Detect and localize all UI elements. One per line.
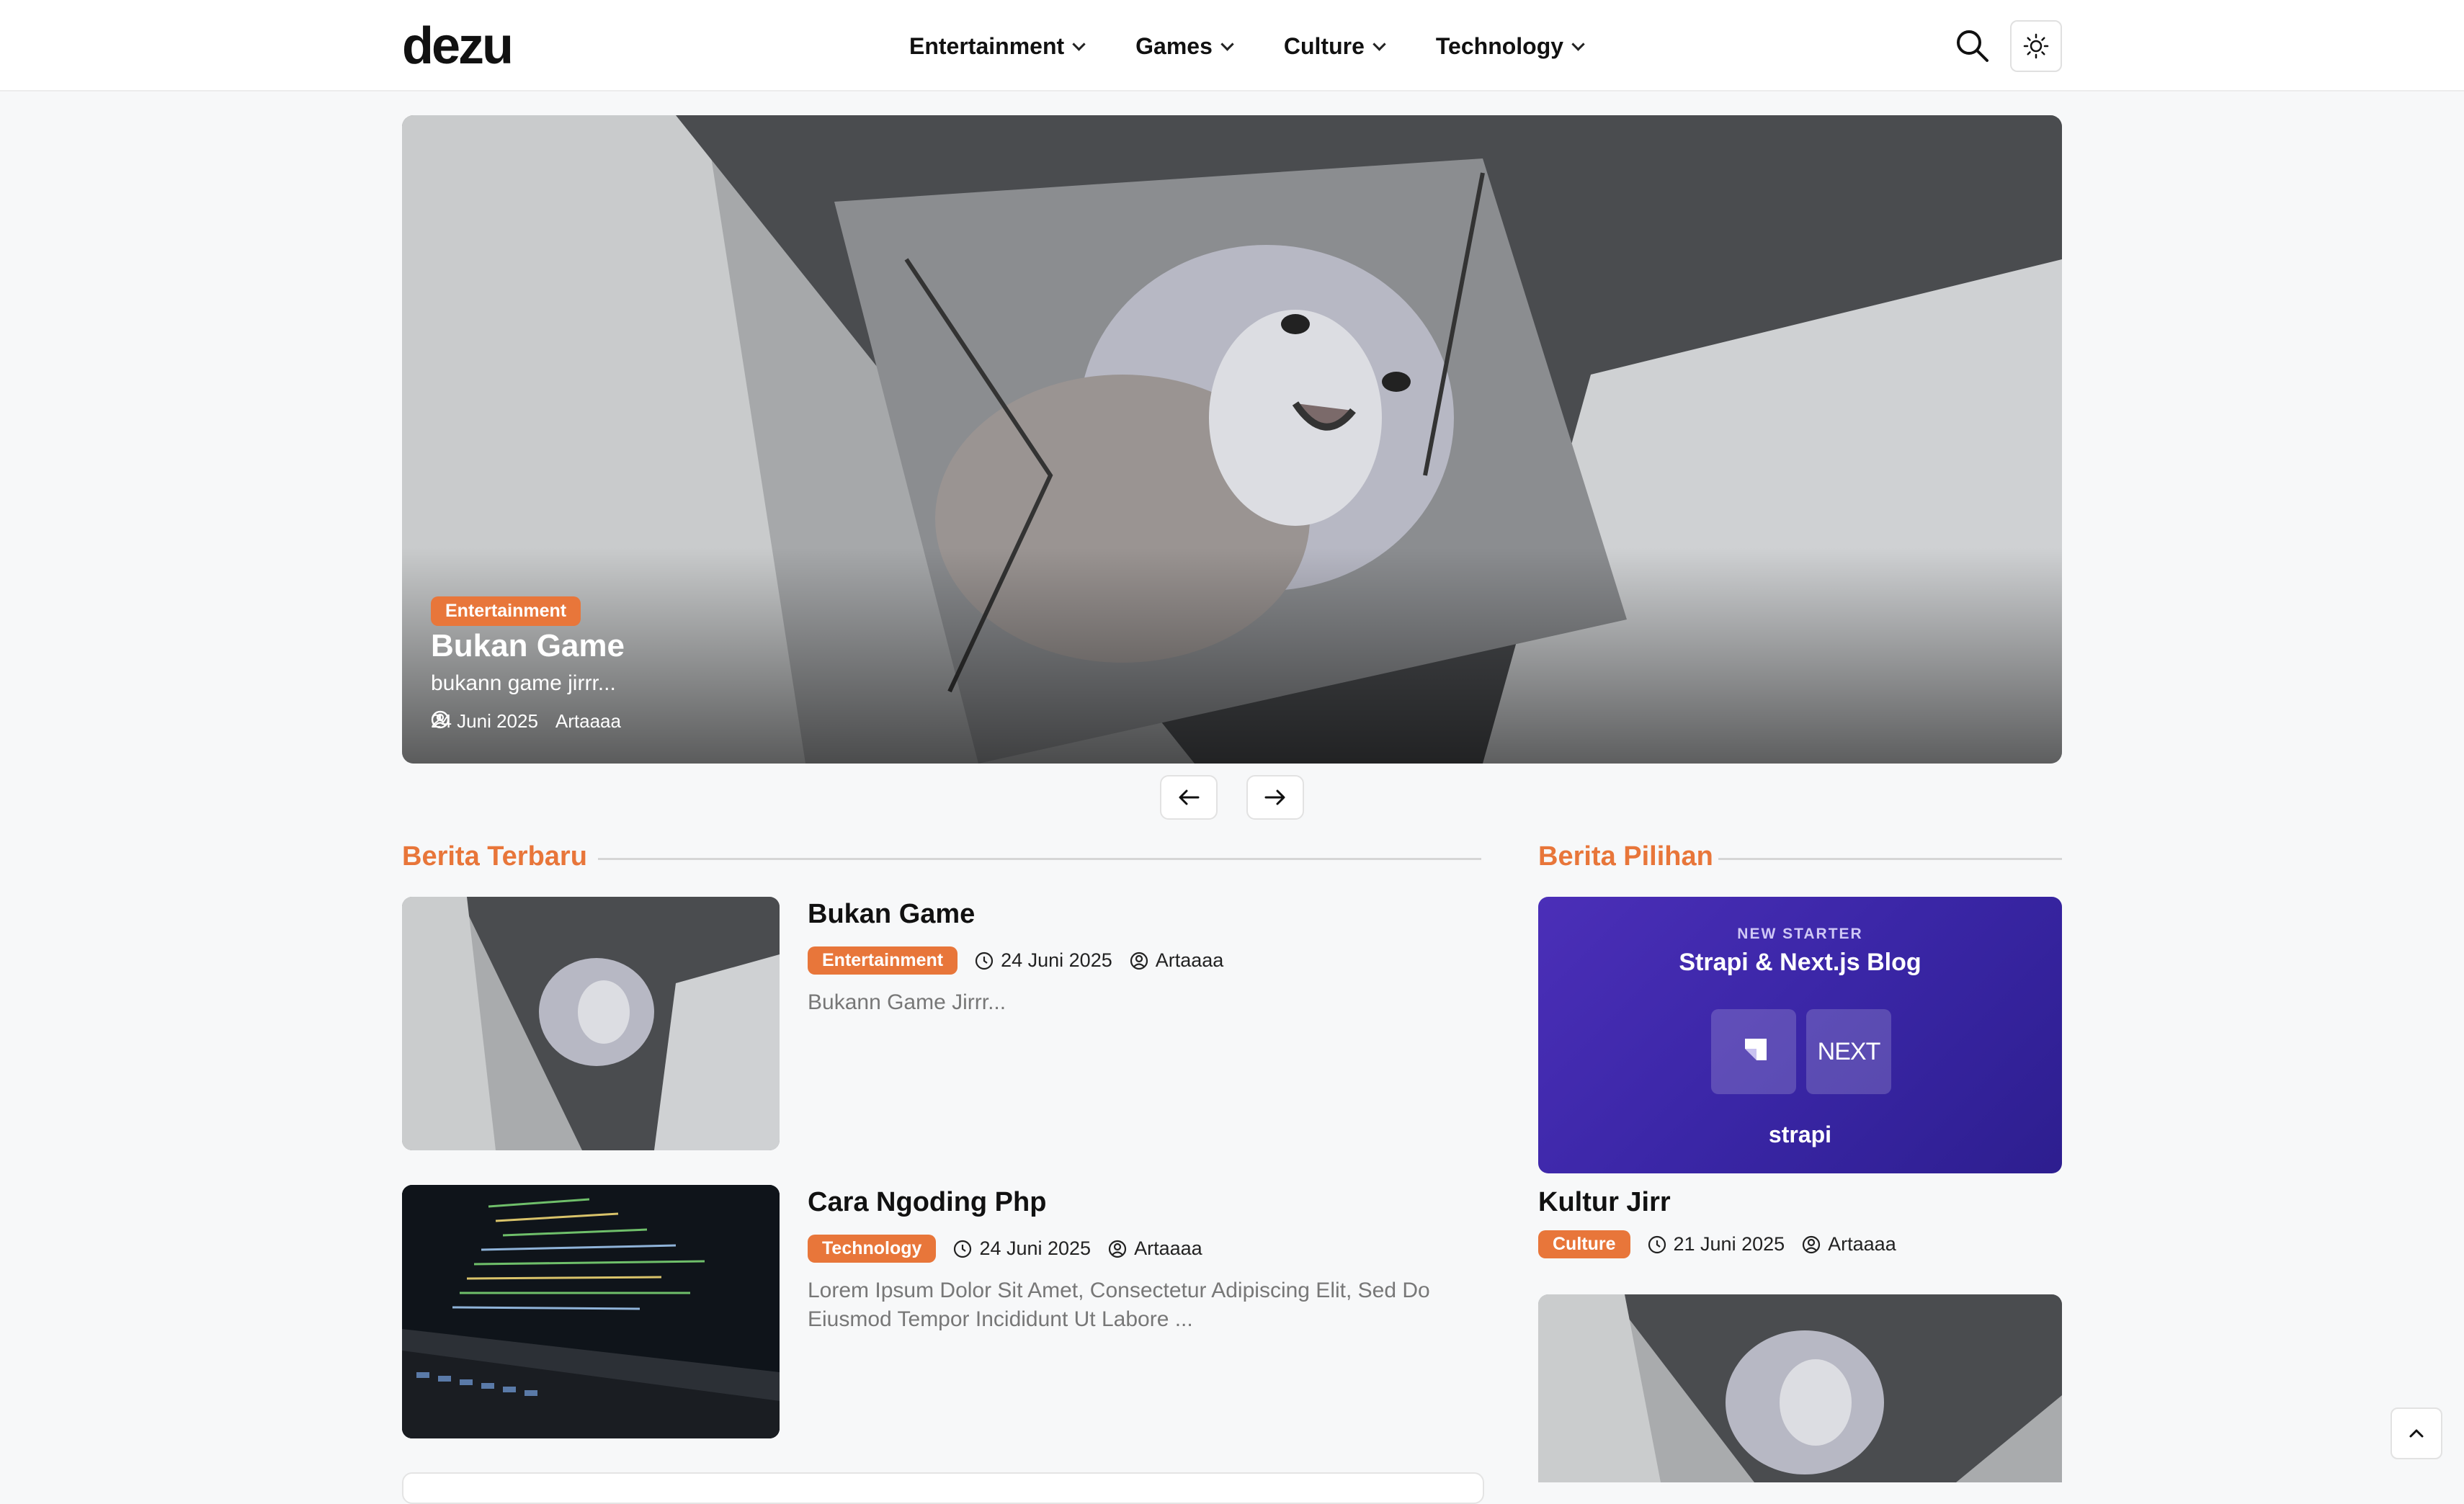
featured-heading: Berita Pilihan	[1538, 841, 1713, 872]
article-date: 24 Juni 2025	[1001, 949, 1112, 971]
slider-next-button[interactable]	[1246, 775, 1304, 820]
chevron-down-icon	[1372, 37, 1386, 51]
hero-author: Artaaaa	[555, 710, 621, 732]
banner-brand: strapi	[1768, 1122, 1832, 1147]
article-thumbnail[interactable]	[402, 897, 780, 1150]
article-author: Artaaaa	[1134, 1237, 1202, 1259]
nextjs-logo-icon: NEXT	[1806, 1009, 1891, 1094]
nav-culture[interactable]: Culture	[1283, 27, 1386, 65]
hero-category-badge[interactable]: Entertainment	[431, 596, 581, 626]
user-icon	[431, 710, 450, 729]
theme-toggle-button[interactable]	[2010, 20, 2062, 72]
sun-icon	[2023, 33, 2049, 59]
site-logo[interactable]: dezu	[402, 19, 514, 73]
category-badge[interactable]: Technology	[808, 1235, 937, 1263]
latest-heading: Berita Terbaru	[402, 841, 587, 872]
featured-article-title[interactable]: Kultur Jirr	[1538, 1187, 1671, 1218]
category-badge[interactable]: Culture	[1538, 1230, 1630, 1258]
hero-meta: 24 Juni 2025 Artaaaa	[431, 710, 621, 733]
slider-prev-button[interactable]	[1160, 775, 1218, 820]
category-badge[interactable]: Entertainment	[808, 946, 958, 975]
article-thumbnail[interactable]	[402, 1185, 780, 1438]
banner-kicker: NEW STARTER	[1737, 926, 1863, 942]
main-nav: Entertainment Games Culture Technology	[909, 27, 1635, 65]
article-image	[402, 897, 780, 1150]
article-meta: Entertainment 24 Juni 2025 Artaaaa	[808, 946, 1223, 975]
featured-thumbnail[interactable]	[1538, 1294, 2062, 1482]
article-date: 21 Juni 2025	[1673, 1233, 1785, 1255]
chevron-up-icon	[2409, 1429, 2424, 1438]
article-meta: Culture 21 Juni 2025 Artaaaa	[1538, 1230, 1896, 1258]
clock-icon	[1648, 1235, 1666, 1253]
article-excerpt: Bukann Game Jirrr...	[808, 990, 1006, 1014]
nav-label: Technology	[1435, 32, 1564, 59]
article-image	[1538, 1294, 2062, 1482]
search-icon[interactable]	[1954, 27, 1990, 63]
next-article-card	[402, 1472, 1484, 1504]
article-title[interactable]: Cara Ngoding Php	[808, 1187, 1046, 1218]
nav-label: Culture	[1283, 32, 1365, 59]
nav-label: Games	[1135, 32, 1213, 59]
article-author: Artaaaa	[1828, 1233, 1896, 1255]
hero-gradient	[402, 547, 2062, 764]
clock-icon	[975, 952, 994, 970]
article-excerpt: Lorem Ipsum Dolor Sit Amet, Consectetur …	[808, 1279, 1430, 1331]
user-icon	[1108, 1240, 1127, 1258]
section-divider	[598, 858, 1481, 860]
nav-technology[interactable]: Technology	[1435, 27, 1585, 65]
article-title[interactable]: Bukan Game	[808, 899, 975, 930]
chevron-down-icon	[1072, 37, 1086, 51]
strapi-logo-icon	[1711, 1009, 1796, 1094]
site-header: dezu Entertainment Games Culture Technol…	[0, 0, 2464, 91]
article-meta: Technology 24 Juni 2025 Artaaaa	[808, 1235, 1202, 1263]
banner-title: Strapi & Next.js Blog	[1679, 949, 1921, 976]
user-icon	[1803, 1235, 1821, 1253]
hero-subtitle: bukann game jirrr...	[431, 671, 616, 695]
scroll-to-top-button[interactable]	[2391, 1407, 2442, 1459]
nav-entertainment[interactable]: Entertainment	[909, 27, 1086, 65]
featured-banner[interactable]: NEW STARTER Strapi & Next.js Blog NEXT s…	[1538, 897, 2062, 1173]
chevron-down-icon	[1220, 37, 1234, 51]
chevron-down-icon	[1571, 37, 1585, 51]
user-icon	[1130, 952, 1148, 970]
article-author: Artaaaa	[1155, 949, 1224, 971]
arrow-right-icon	[1264, 789, 1285, 805]
clock-icon	[954, 1240, 972, 1258]
nav-games[interactable]: Games	[1135, 27, 1234, 65]
article-image	[402, 1185, 780, 1438]
hero-title[interactable]: Bukan Game	[431, 628, 625, 664]
arrow-left-icon	[1179, 789, 1200, 805]
section-divider	[1718, 858, 2062, 860]
nav-label: Entertainment	[909, 32, 1065, 59]
article-date: 24 Juni 2025	[979, 1237, 1092, 1259]
hero-slide[interactable]: Entertainment Bukan Game bukann game jir…	[402, 115, 2062, 764]
